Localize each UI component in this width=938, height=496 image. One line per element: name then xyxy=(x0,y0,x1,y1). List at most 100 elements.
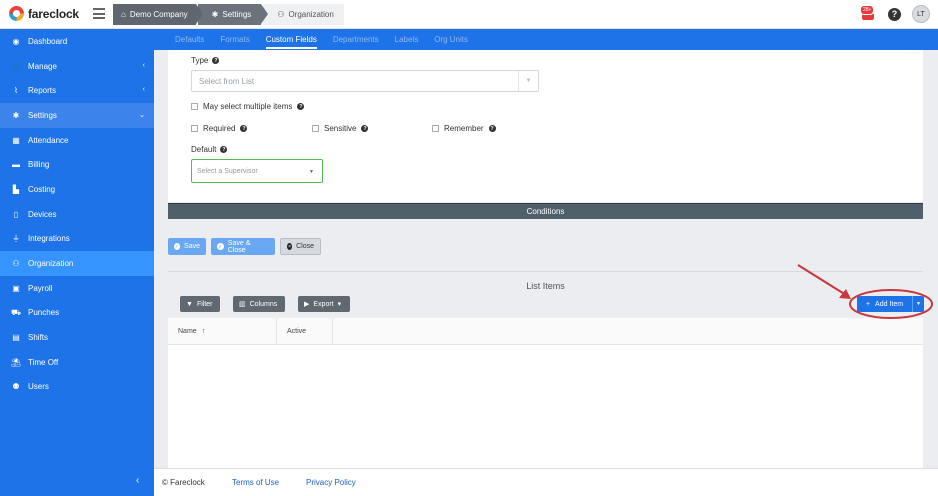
tab-formats[interactable]: Formats xyxy=(220,29,249,50)
brand-logo[interactable]: fareclock xyxy=(9,6,79,21)
sort-arrow-up-icon: ↑ xyxy=(201,327,206,335)
type-label: Type ? xyxy=(191,56,220,65)
beach-umbrella-icon: ⛱ xyxy=(10,357,22,367)
footer-copyright: © Fareclock xyxy=(162,478,205,487)
money-icon: ▣ xyxy=(12,283,20,293)
credit-card-icon: ▬ xyxy=(12,160,20,170)
user-icon: 👤 xyxy=(11,61,21,71)
breadcrumb: ⌂ Demo Company ✱ Settings ⚇ Organization xyxy=(113,4,344,25)
gear-icon: ✱ xyxy=(12,110,20,120)
terms-link[interactable]: Terms of Use xyxy=(232,478,306,487)
table-header: Name ↑ Active xyxy=(168,317,923,345)
caret-down-icon: ▾ xyxy=(337,301,342,308)
export-button[interactable]: ▶ Export ▾ xyxy=(298,296,350,312)
breadcrumb-organization[interactable]: ⚇ Organization xyxy=(263,4,344,25)
menu-toggle-icon[interactable] xyxy=(93,8,105,19)
breadcrumb-settings[interactable]: ✱ Settings xyxy=(197,4,268,25)
sidebar-item-punches[interactable]: ⛟ Punches xyxy=(0,301,154,326)
car-icon: ⛟ xyxy=(10,307,22,317)
default-select[interactable]: Select a Supervisor ▼ xyxy=(191,159,323,183)
fareclock-logo-icon xyxy=(9,6,24,21)
close-button[interactable]: × Close xyxy=(280,238,321,255)
sidebar-item-billing[interactable]: ▬ Billing xyxy=(0,152,154,177)
list-items-table: Name ↑ Active xyxy=(168,317,923,468)
settings-tabs: Defaults Formats Custom Fields Departmen… xyxy=(154,29,938,50)
sidebar-item-dashboard[interactable]: ◉ Dashboard xyxy=(0,29,154,54)
default-label: Default ? xyxy=(191,145,228,154)
remember-checkbox[interactable]: Remember ? xyxy=(432,124,496,133)
tab-custom-fields[interactable]: Custom Fields xyxy=(265,29,317,50)
privacy-link[interactable]: Privacy Policy xyxy=(306,478,356,487)
footer: © Fareclock Terms of Use Privacy Policy xyxy=(154,468,938,496)
top-right-controls: 28+ ? LT xyxy=(859,5,930,23)
caret-down-icon: ▼ xyxy=(309,169,314,175)
add-item-main[interactable]: + Add Item xyxy=(857,301,912,308)
checkbox-box[interactable] xyxy=(191,125,198,132)
column-header-active[interactable]: Active xyxy=(277,317,333,345)
users-icon: ⚉ xyxy=(12,382,20,392)
calendar-icon: ▤ xyxy=(12,333,20,343)
sidebar-item-users[interactable]: ⚉ Users xyxy=(0,375,154,400)
column-header-name[interactable]: Name ↑ xyxy=(168,317,277,345)
checkbox-box[interactable] xyxy=(432,125,439,132)
attendance-icon: ▦ xyxy=(12,135,20,145)
sidebar-item-time-off[interactable]: ⛱ Time Off xyxy=(0,350,154,375)
checkbox-box[interactable] xyxy=(191,103,198,110)
checkbox-box[interactable] xyxy=(312,125,319,132)
columns-button[interactable]: ▥ Columns xyxy=(233,296,285,312)
help-icon[interactable]: ? xyxy=(888,7,901,21)
sidebar-item-attendance[interactable]: ▦ Attendance xyxy=(0,128,154,153)
sidebar-collapse-icon[interactable]: ‹ xyxy=(136,475,139,486)
sidebar-item-devices[interactable]: ▯ Devices xyxy=(0,202,154,227)
list-items-title: List Items xyxy=(526,281,565,291)
add-item-button[interactable]: + Add Item ▼ xyxy=(857,296,924,312)
notifications-bell-icon[interactable]: 28+ xyxy=(859,5,877,23)
sidebar-item-payroll[interactable]: ▣ Payroll xyxy=(0,276,154,301)
multiple-items-checkbox[interactable]: May select multiple items ? xyxy=(191,102,305,111)
tab-org-units[interactable]: Org Units xyxy=(434,29,468,50)
section-divider xyxy=(168,271,923,272)
help-icon[interactable]: ? xyxy=(361,125,369,132)
tab-defaults[interactable]: Defaults xyxy=(175,29,204,50)
breadcrumb-company[interactable]: ⌂ Demo Company xyxy=(113,4,203,25)
sidebar-item-reports[interactable]: ⌇ Reports ‹ xyxy=(0,78,154,103)
columns-icon: ▥ xyxy=(239,301,246,308)
save-button[interactable]: ✓ Save xyxy=(168,238,206,255)
conditions-bar[interactable]: Conditions xyxy=(168,203,923,219)
sidebar-item-settings[interactable]: ✱ Settings ⌄ xyxy=(0,103,154,128)
close-circle-icon: × xyxy=(287,243,293,250)
gear-icon: ✱ xyxy=(211,10,219,19)
help-icon[interactable]: ? xyxy=(488,125,496,132)
sensitive-checkbox[interactable]: Sensitive ? xyxy=(312,124,369,133)
help-icon[interactable]: ? xyxy=(297,103,305,110)
sidebar: ◉ Dashboard 👤 Manage ‹ ⌇ Reports ‹ ✱ Settings ⌄… xyxy=(0,29,154,496)
sidebar-item-costing[interactable]: ▙ Costing xyxy=(0,177,154,202)
help-icon[interactable]: ? xyxy=(240,125,248,132)
brand-name: fareclock xyxy=(28,6,79,21)
required-checkbox[interactable]: Required ? xyxy=(191,124,248,133)
custom-field-form: Type ? Select from List ▼ May select mul… xyxy=(168,50,923,202)
help-icon[interactable]: ? xyxy=(212,57,220,64)
save-close-button[interactable]: ✓ Save & Close xyxy=(211,238,275,255)
tablet-icon: ▯ xyxy=(13,209,19,219)
sidebar-item-manage[interactable]: 👤 Manage ‹ xyxy=(0,54,154,79)
caret-down-icon: ▼ xyxy=(518,71,538,91)
export-icon: ▶ xyxy=(304,301,310,308)
org-chart-icon: ⚇ xyxy=(277,10,285,19)
plug-icon: ⏚ xyxy=(12,234,20,244)
dashboard-icon: ◉ xyxy=(12,36,20,46)
tab-labels[interactable]: Labels xyxy=(395,29,419,50)
chevron-down-icon: ⌄ xyxy=(139,112,145,120)
help-icon[interactable]: ? xyxy=(220,146,228,153)
tab-departments[interactable]: Departments xyxy=(333,29,379,50)
plus-icon: + xyxy=(865,300,871,308)
avatar[interactable]: LT xyxy=(912,5,930,23)
sidebar-item-organization[interactable]: ⚇ Organization xyxy=(0,251,154,276)
notification-badge: 28+ xyxy=(860,5,875,15)
sidebar-item-integrations[interactable]: ⏚ Integrations xyxy=(0,227,154,252)
filter-button[interactable]: ▼ Filter xyxy=(180,296,220,312)
add-item-dropdown-icon[interactable]: ▼ xyxy=(912,296,924,312)
type-select[interactable]: Select from List ▼ xyxy=(191,70,539,92)
sidebar-item-shifts[interactable]: ▤ Shifts xyxy=(0,325,154,350)
chart-icon: ⌇ xyxy=(14,86,18,96)
